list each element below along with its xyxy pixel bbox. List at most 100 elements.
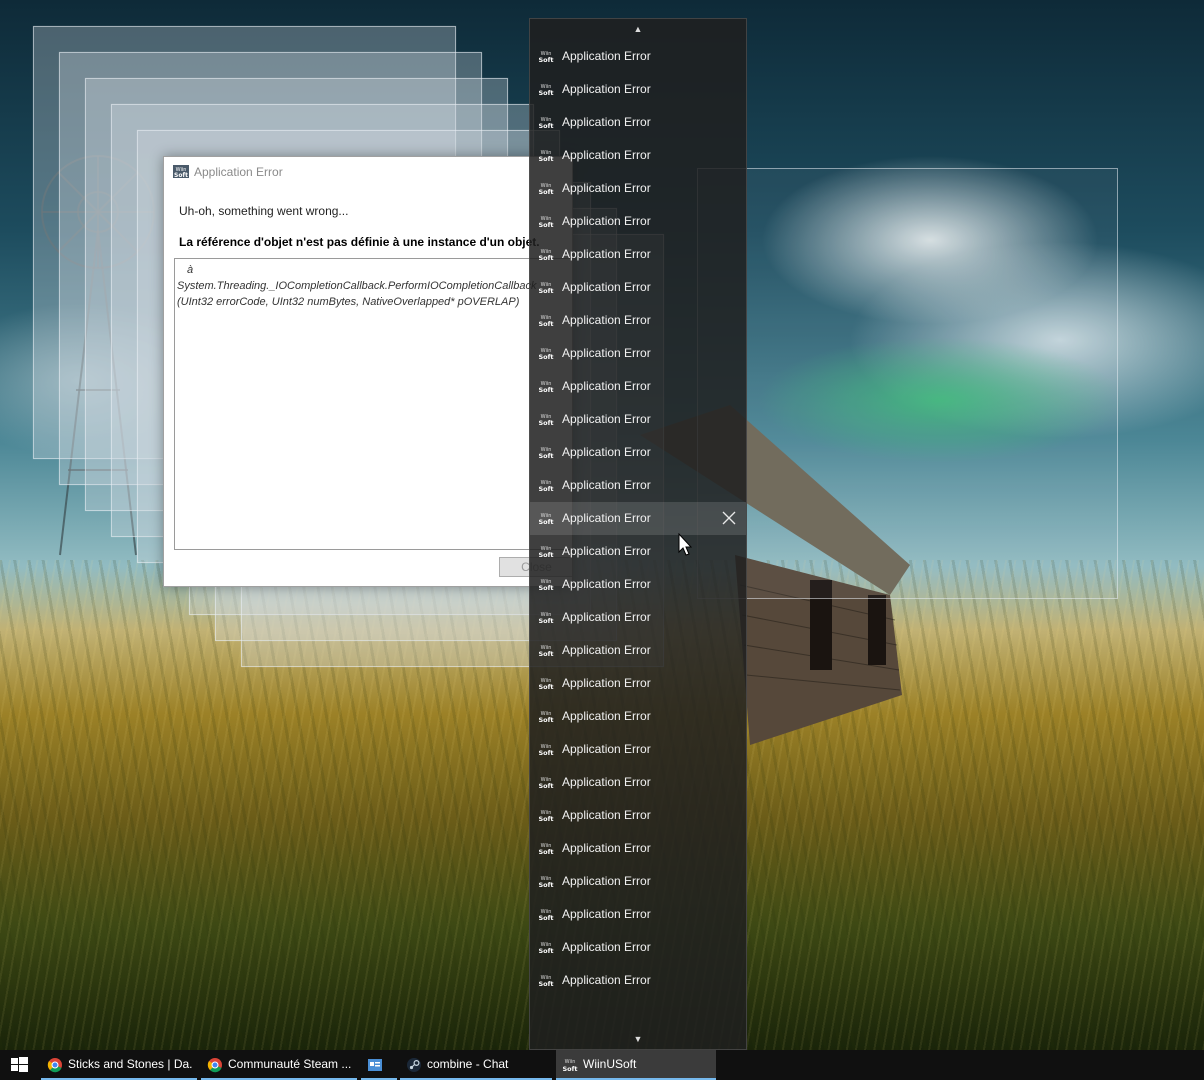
jumplist-item[interactable]: Wiin Soft Application Error [530, 469, 746, 502]
jumplist-item[interactable]: Wiin Soft Application Error [530, 106, 746, 139]
scroll-up-button[interactable]: ▲ [530, 19, 746, 39]
taskbar-item[interactable]: combine - Chat [400, 1050, 552, 1080]
jumplist-item-label: Application Error [562, 544, 651, 558]
jumplist-item[interactable]: Wiin Soft Application Error [530, 898, 746, 931]
jumplist-item[interactable]: Wiin Soft Application Error [530, 304, 746, 337]
jumplist-item-label: Application Error [562, 874, 651, 888]
svg-text:Soft: Soft [538, 485, 553, 492]
svg-text:Soft: Soft [538, 782, 553, 789]
jumplist-item-label: Application Error [562, 412, 651, 426]
jumplist-item[interactable]: Wiin Soft Application Error [530, 634, 746, 667]
error-detail: La référence d'objet n'est pas définie à… [179, 235, 540, 249]
svg-text:Soft: Soft [538, 914, 553, 921]
jumplist-item-label: Application Error [562, 280, 651, 294]
svg-text:Soft: Soft [538, 716, 553, 723]
jumplist-item[interactable]: Wiin Soft Application Error [530, 601, 746, 634]
taskbar-item[interactable]: Wiin Soft WiinUSoft [556, 1050, 716, 1080]
jumplist-item[interactable]: Wiin Soft Application Error [530, 73, 746, 106]
wiinusoft-icon: WiinSoft [538, 711, 553, 723]
svg-text:Soft: Soft [538, 881, 553, 888]
jumplist-item-label: Application Error [562, 841, 651, 855]
svg-text:Soft: Soft [538, 551, 553, 558]
wiinusoft-icon: WiinSoft [538, 249, 553, 261]
mouse-cursor-icon [678, 533, 692, 556]
jumplist-item[interactable]: Wiin Soft Application Error [530, 139, 746, 172]
jumplist-item-label: Application Error [562, 907, 651, 921]
jumplist-item-label: Application Error [562, 379, 651, 393]
svg-text:Soft: Soft [538, 749, 553, 756]
jumplist-item-label: Application Error [562, 214, 651, 228]
svg-text:Soft: Soft [538, 56, 553, 63]
jumplist-item[interactable]: Wiin Soft Application Error [530, 700, 746, 733]
jumplist-item[interactable]: Wiin Soft Application Error [530, 205, 746, 238]
jumplist-item[interactable]: Wiin Soft Application Error [530, 238, 746, 271]
jumplist-item-label: Application Error [562, 643, 651, 657]
svg-text:Soft: Soft [538, 518, 553, 525]
jumplist-item[interactable]: Wiin Soft Application Error [530, 799, 746, 832]
jumplist-item-label: Application Error [562, 775, 651, 789]
wiinusoft-icon: WiinSoft [538, 909, 553, 921]
app-icon [368, 1059, 382, 1071]
jumplist-item-label: Application Error [562, 115, 651, 129]
jumplist-item[interactable]: Wiin Soft Application Error [530, 568, 746, 601]
taskbar-item-label: Sticks and Stones | Da... [68, 1057, 192, 1071]
wiinusoft-icon: WiinSoft [538, 777, 553, 789]
scroll-down-button[interactable]: ▼ [530, 1029, 746, 1049]
jumplist-item[interactable]: Wiin Soft Application Error [530, 337, 746, 370]
taskbar-item[interactable]: Communauté Steam ... [201, 1050, 357, 1080]
jumplist-item-label: Application Error [562, 313, 651, 327]
jumplist-item-label: Application Error [562, 478, 651, 492]
taskbar-item-label: combine - Chat [427, 1057, 509, 1071]
svg-text:Soft: Soft [538, 155, 553, 162]
svg-text:Soft: Soft [538, 980, 553, 987]
svg-text:Soft: Soft [538, 650, 553, 657]
svg-text:Soft: Soft [538, 221, 553, 228]
wiinusoft-icon: WiinSoft [538, 381, 553, 393]
wiinusoft-icon: WiinSoft [538, 348, 553, 360]
taskbar-item-label: Communauté Steam ... [228, 1057, 352, 1071]
jumplist-item[interactable]: Wiin Soft Application Error [530, 370, 746, 403]
jumplist-item[interactable]: Wiin Soft Application Error [530, 436, 746, 469]
jumplist-item[interactable]: Wiin Soft Application Error [530, 865, 746, 898]
jumplist-item[interactable]: Wiin Soft Application Error [530, 172, 746, 205]
svg-text:Soft: Soft [538, 188, 553, 195]
svg-text:Soft: Soft [538, 584, 553, 591]
jumplist-item-label: Application Error [562, 610, 651, 624]
wiinusoft-icon: WiinSoft [562, 1059, 577, 1073]
taskbar: Sticks and Stones | Da... Communauté Stea… [0, 1050, 1204, 1080]
stack-trace-box[interactable]: à System.Threading._IOCompletionCallback… [174, 258, 572, 550]
wiinusoft-icon: WiinSoft [538, 546, 553, 558]
jumplist-item[interactable]: Wiin Soft Application Error [530, 40, 746, 73]
jumplist-item[interactable]: Wiin Soft Application Error [530, 502, 746, 535]
jumplist-item[interactable]: Wiin Soft Application Error [530, 535, 746, 568]
chrome-icon [47, 1058, 62, 1073]
jumplist-item[interactable]: Wiin Soft Application Error [530, 403, 746, 436]
dialog-titlebar[interactable]: Wiin Soft Application Error [164, 157, 572, 187]
jumplist-item-label: Application Error [562, 148, 651, 162]
jumplist-item[interactable]: Wiin Soft Application Error [530, 733, 746, 766]
jumplist-item[interactable]: Wiin Soft Application Error [530, 832, 746, 865]
jumplist-item[interactable]: Wiin Soft Application Error [530, 766, 746, 799]
jumplist-item[interactable]: Wiin Soft Application Error [530, 667, 746, 700]
wiinusoft-icon: WiinSoft [538, 975, 553, 987]
jumplist-item-label: Application Error [562, 973, 651, 987]
svg-text:Soft: Soft [538, 815, 553, 822]
jumplist-item[interactable]: Wiin Soft Application Error [530, 271, 746, 304]
wiinusoft-icon: WiinSoft [538, 942, 553, 954]
jumplist-item-label: Application Error [562, 445, 651, 459]
taskbar-item[interactable] [361, 1050, 397, 1080]
jumplist-item[interactable]: Wiin Soft Application Error [530, 964, 746, 997]
wiinusoft-icon: WiinSoft [538, 843, 553, 855]
svg-text:Soft: Soft [538, 254, 553, 261]
taskbar-thumbnail-list: ▲ ▼ Wiin Soft Application Error Wiin Soft App… [529, 18, 747, 1050]
jumplist-item[interactable]: Wiin Soft Application Error [530, 931, 746, 964]
svg-text:Soft: Soft [538, 947, 553, 954]
wiinusoft-icon: WiinSoft [538, 216, 553, 228]
jumplist-item-label: Application Error [562, 940, 651, 954]
svg-text:Soft: Soft [538, 617, 553, 624]
svg-text:Soft: Soft [538, 122, 553, 129]
windows-start-icon[interactable] [0, 1050, 40, 1080]
close-icon[interactable] [721, 510, 737, 526]
svg-text:Soft: Soft [538, 419, 553, 426]
taskbar-item[interactable]: Sticks and Stones | Da... [41, 1050, 197, 1080]
